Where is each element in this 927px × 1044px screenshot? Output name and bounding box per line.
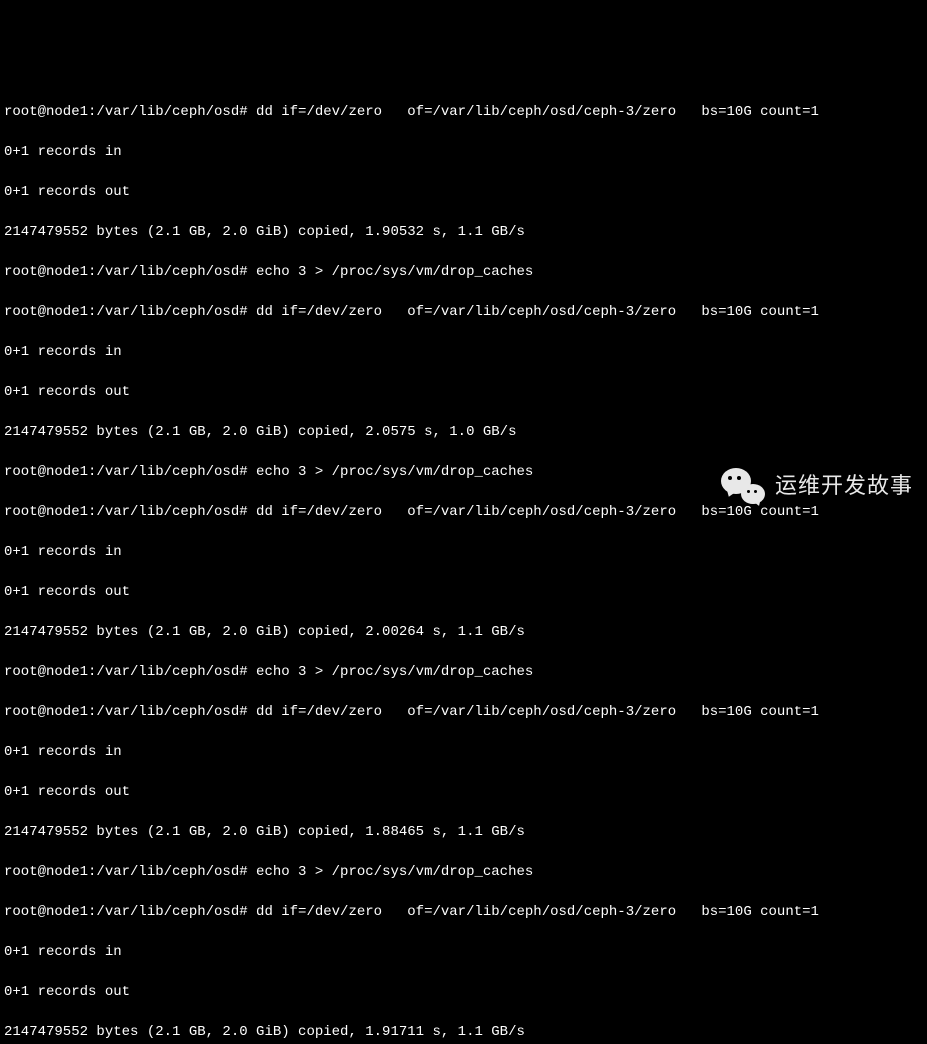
output-line: 2147479552 bytes (2.1 GB, 2.0 GiB) copie… [4,422,923,442]
output-line: 2147479552 bytes (2.1 GB, 2.0 GiB) copie… [4,222,923,242]
cmd-line: root@node1:/var/lib/ceph/osd# dd if=/dev… [4,302,923,322]
cmd-line: root@node1:/var/lib/ceph/osd# dd if=/dev… [4,702,923,722]
output-line: 2147479552 bytes (2.1 GB, 2.0 GiB) copie… [4,822,923,842]
output-line: 0+1 records out [4,982,923,1002]
output-line: 0+1 records in [4,742,923,762]
cmd-line: root@node1:/var/lib/ceph/osd# echo 3 > /… [4,662,923,682]
output-line: 0+1 records in [4,942,923,962]
terminal-output[interactable]: root@node1:/var/lib/ceph/osd# dd if=/dev… [0,80,927,1044]
output-line: 0+1 records in [4,542,923,562]
output-line: 0+1 records in [4,142,923,162]
output-line: 0+1 records out [4,182,923,202]
cmd-line: root@node1:/var/lib/ceph/osd# dd if=/dev… [4,502,923,522]
output-line: 0+1 records out [4,782,923,802]
cmd-line: root@node1:/var/lib/ceph/osd# echo 3 > /… [4,462,923,482]
cmd-line: root@node1:/var/lib/ceph/osd# dd if=/dev… [4,102,923,122]
output-line: 0+1 records out [4,382,923,402]
output-line: 0+1 records out [4,582,923,602]
output-line: 2147479552 bytes (2.1 GB, 2.0 GiB) copie… [4,622,923,642]
cmd-line: root@node1:/var/lib/ceph/osd# echo 3 > /… [4,862,923,882]
output-line: 0+1 records in [4,342,923,362]
cmd-line: root@node1:/var/lib/ceph/osd# echo 3 > /… [4,262,923,282]
cmd-line: root@node1:/var/lib/ceph/osd# dd if=/dev… [4,902,923,922]
output-line: 2147479552 bytes (2.1 GB, 2.0 GiB) copie… [4,1022,923,1042]
